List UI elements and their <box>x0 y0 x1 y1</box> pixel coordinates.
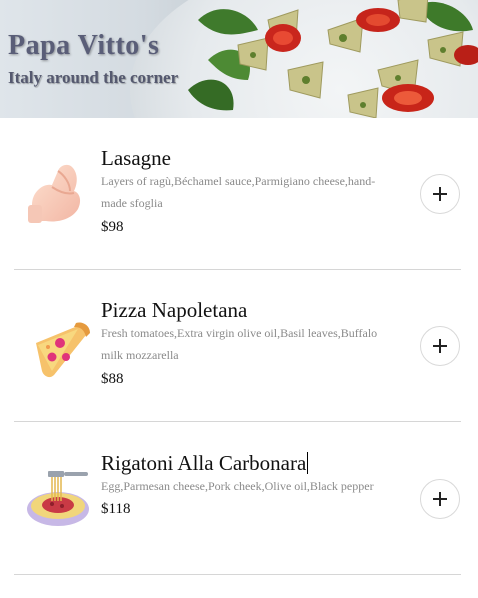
add-to-cart-button[interactable] <box>420 174 460 214</box>
header-banner: Papa Vitto's Italy around the corner <box>0 0 478 118</box>
pizza-icon <box>36 322 90 378</box>
spaghetti-icon <box>27 471 89 526</box>
plus-icon <box>433 492 447 506</box>
menu-item-rigatoni-carbonara: Rigatoni Alla Carbonara Egg,Parmesan che… <box>14 423 461 575</box>
restaurant-tagline: Italy around the corner <box>8 68 179 87</box>
add-to-cart-button[interactable] <box>420 479 460 519</box>
restaurant-title: Papa Vitto's <box>8 30 160 61</box>
item-name: Pizza Napoletana <box>101 298 248 322</box>
item-price: $98 <box>101 219 124 235</box>
pasta-salad-image <box>188 0 478 118</box>
text-cursor <box>307 452 309 474</box>
item-price: $88 <box>101 371 124 387</box>
item-name-text: Rigatoni Alla Carbonara <box>101 451 307 475</box>
item-description: Fresh tomatoes,Extra virgin olive oil,Ba… <box>101 326 378 362</box>
item-description: Egg,Parmesan cheese,Pork cheek,Olive oil… <box>101 479 374 493</box>
plus-icon <box>433 187 447 201</box>
item-name: Lasagne <box>101 146 171 170</box>
menu-item-pizza-napoletana: Pizza Napoletana Fresh tomatoes,Extra vi… <box>14 270 461 422</box>
menu-item-lasagne: Lasagne Layers of ragù,Béchamel sauce,Pa… <box>14 118 461 270</box>
pinched-fingers-icon <box>28 164 81 223</box>
plus-icon <box>433 339 447 353</box>
item-description: Layers of ragù,Béchamel sauce,Parmigiano… <box>101 174 376 210</box>
add-to-cart-button[interactable] <box>420 326 460 366</box>
item-name: Rigatoni Alla Carbonara <box>101 451 309 476</box>
item-price: $118 <box>101 501 131 517</box>
